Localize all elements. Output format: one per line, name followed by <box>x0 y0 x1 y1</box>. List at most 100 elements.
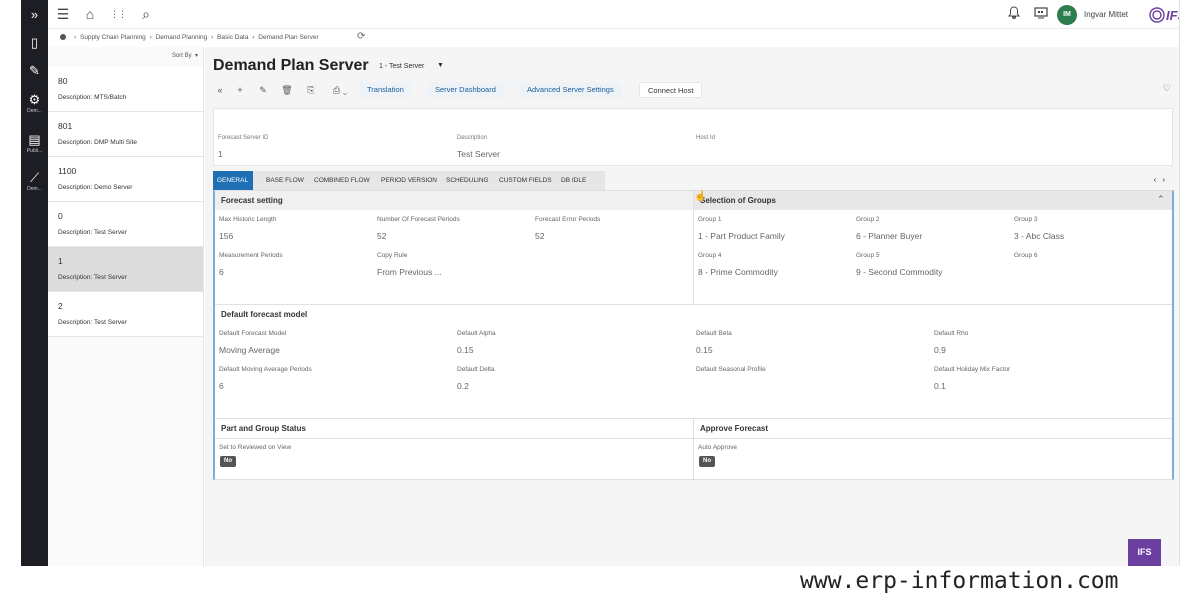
breadcrumb-trail: › Supply Chain Planning › Demand Plannin… <box>74 34 319 41</box>
forecast-server-id-label: Forecast Server ID <box>218 135 269 141</box>
default-beta-value: 0.15 <box>696 345 713 355</box>
description-value: Test Server <box>457 149 500 159</box>
screen-icon[interactable] <box>1033 6 1049 22</box>
record-selector[interactable]: 1 - Test Server <box>379 63 424 70</box>
measurement-periods-value: 6 <box>219 267 224 277</box>
tab-combined-flow[interactable]: COMBINED FLOW <box>310 171 374 190</box>
list-item[interactable]: 2 Description: Test Server <box>48 292 203 337</box>
list-item-id: 801 <box>58 121 73 131</box>
top-bar: ☰ ⌂ ⋮⋮ ⌕ IM Ingvar Mittet IFS <box>48 0 1179 29</box>
list-item[interactable]: 0 Description: Test Server <box>48 202 203 247</box>
apps-grid-icon[interactable]: ⋮⋮ <box>110 6 127 22</box>
group-5-value: 9 - Second Commodity <box>856 267 943 277</box>
tab-custom-fields[interactable]: CUSTOM FIELDS <box>495 171 556 190</box>
menu-icon[interactable]: ☰ <box>55 6 71 22</box>
advanced-server-settings-button[interactable]: Advanced Server Settings <box>519 82 622 98</box>
list-item-id: 1100 <box>58 166 77 176</box>
rail-bookmark[interactable]: ▯ <box>21 35 48 51</box>
list-item-description: Description: Test Server <box>58 319 127 326</box>
rail-edit[interactable]: ✎ <box>21 63 48 79</box>
description-label: Description <box>457 135 488 141</box>
delete-icon[interactable]: 🗑 <box>280 83 294 97</box>
pencil-icon: ✎ <box>29 63 40 78</box>
user-name[interactable]: Ingvar Mittet <box>1084 10 1128 19</box>
list-item[interactable]: 801 Description: DMP Multi Site <box>48 112 203 157</box>
ifs-badge[interactable]: IFS <box>1128 539 1161 566</box>
section-header-approve-forecast: Approve Forecast <box>700 424 769 433</box>
tab-period-version[interactable]: PERIOD VERSION <box>377 171 441 190</box>
default-alpha-label: Default Alpha <box>457 330 496 337</box>
refresh-icon[interactable]: ⟳ <box>357 31 365 42</box>
edit-icon[interactable]: ✎ <box>256 83 270 97</box>
default-holiday-mix-factor-label: Default Holiday Mix Factor <box>934 366 1011 373</box>
collapse-chevron-up-icon[interactable]: ⌃ <box>1157 194 1165 205</box>
watermark-text: www.erp-information.com <box>800 568 1119 594</box>
auto-approve-toggle[interactable]: No <box>699 456 715 467</box>
more-actions-icon[interactable]: ⎙ ⌄ <box>328 83 352 97</box>
copy-rule-label: Copy Rule <box>377 252 408 259</box>
favorite-heart-icon[interactable]: ♡ <box>1163 83 1171 94</box>
copy-rule-value: From Previous ... <box>377 267 442 277</box>
rail-item-demand-setup[interactable]: ⚙ Dem... <box>21 92 48 115</box>
toolbar: « + ✎ 🗑 ⎘ ⎙ ⌄ Translation Server Dashboa… <box>213 81 1179 99</box>
auto-approve-label: Auto Approve <box>698 444 738 451</box>
rail-item-label: Publi... <box>26 148 43 154</box>
number-of-forecast-periods-value: 52 <box>377 231 387 241</box>
group-2-label: Group 2 <box>856 216 880 223</box>
group-6-label: Group 6 <box>1014 252 1038 259</box>
tab-general[interactable]: GENERAL <box>213 171 253 190</box>
gear-icon: ⚙ <box>28 92 41 107</box>
rail-item-publish[interactable]: ▤ Publi... <box>21 132 48 155</box>
collapse-left-icon[interactable]: « <box>213 83 227 97</box>
set-to-reviewed-toggle[interactable]: No <box>220 456 236 467</box>
default-alpha-value: 0.15 <box>457 345 474 355</box>
breadcrumb-item[interactable]: Supply Chain Planning <box>80 34 146 41</box>
search-icon[interactable]: ⌕ <box>138 6 154 22</box>
list-item-description: Description: MTS/Batch <box>58 94 127 101</box>
breadcrumb-item[interactable]: Basic Data <box>217 34 248 41</box>
translation-button[interactable]: Translation <box>359 82 412 98</box>
add-icon[interactable]: + <box>233 83 247 97</box>
breadcrumb-item[interactable]: Demand Planning <box>156 34 208 41</box>
section-header-forecast-setting: Forecast setting <box>215 191 694 210</box>
caret-down-icon[interactable]: ▼ <box>437 62 444 69</box>
max-historic-length-label: Max Historic Length <box>219 216 277 223</box>
section-header-part-and-group-status: Part and Group Status <box>221 424 306 433</box>
avatar[interactable]: IM <box>1057 5 1077 25</box>
default-delta-value: 0.2 <box>457 381 469 391</box>
list-item[interactable]: 80 Description: MTS/Batch <box>48 67 203 112</box>
home-icon[interactable]: ⌂ <box>82 6 98 22</box>
list-item-description: Description: Test Server <box>58 229 127 236</box>
list-item-selected[interactable]: 1 Description: Test Server <box>48 247 203 292</box>
group-5-label: Group 5 <box>856 252 880 259</box>
group-4-value: 8 - Prime Commodity <box>698 267 778 277</box>
default-forecast-model-value: Moving Average <box>219 345 280 355</box>
connect-host-button[interactable]: Connect Host <box>639 82 703 98</box>
chart-icon: ⟋ <box>29 170 40 185</box>
section-header-default-forecast-model: Default forecast model <box>221 310 308 319</box>
list-item-description: Description: Test Server <box>58 274 127 281</box>
tab-db-idle[interactable]: DB IDLE <box>557 171 590 190</box>
screenshot-frame: » ▯ ✎ ⚙ Dem... ▤ Publi... ⟋ Dem... ☰ ⌂ ⋮… <box>0 0 1200 600</box>
rail-item-demand-chart[interactable]: ⟋ Dem... <box>21 170 48 193</box>
list-item[interactable]: 1100 Description: Demo Server <box>48 157 203 202</box>
app-window: » ▯ ✎ ⚙ Dem... ▤ Publi... ⟋ Dem... ☰ ⌂ ⋮… <box>21 0 1180 566</box>
copy-icon[interactable]: ⎘ <box>304 83 318 97</box>
bell-icon[interactable] <box>1006 6 1022 22</box>
record-list: Sort By ▾ 80 Description: MTS/Batch 801 … <box>48 47 204 566</box>
forecast-server-id-value: 1 <box>218 149 223 159</box>
host-id-label: Host Id <box>696 135 716 141</box>
expand-rail-button[interactable]: » <box>21 7 48 23</box>
tab-scroll-arrows[interactable]: ‹› <box>1154 175 1171 184</box>
measurement-periods-label: Measurement Periods <box>219 252 283 259</box>
default-moving-average-periods-label: Default Moving Average Periods <box>219 366 312 373</box>
section-header-selection-of-groups[interactable]: Selection of Groups <box>694 191 1172 210</box>
sort-by-dropdown[interactable]: Sort By ▾ <box>172 52 198 59</box>
group-3-label: Group 3 <box>1014 216 1038 223</box>
tab-scheduling[interactable]: SCHEDULING <box>442 171 493 190</box>
publish-icon: ▤ <box>28 132 41 147</box>
breadcrumb-item-current: Demand Plan Server <box>258 34 319 41</box>
tab-base-flow[interactable]: BASE FLOW <box>262 171 308 190</box>
breadcrumb-home-dot[interactable] <box>60 34 66 40</box>
server-dashboard-button[interactable]: Server Dashboard <box>427 82 504 98</box>
